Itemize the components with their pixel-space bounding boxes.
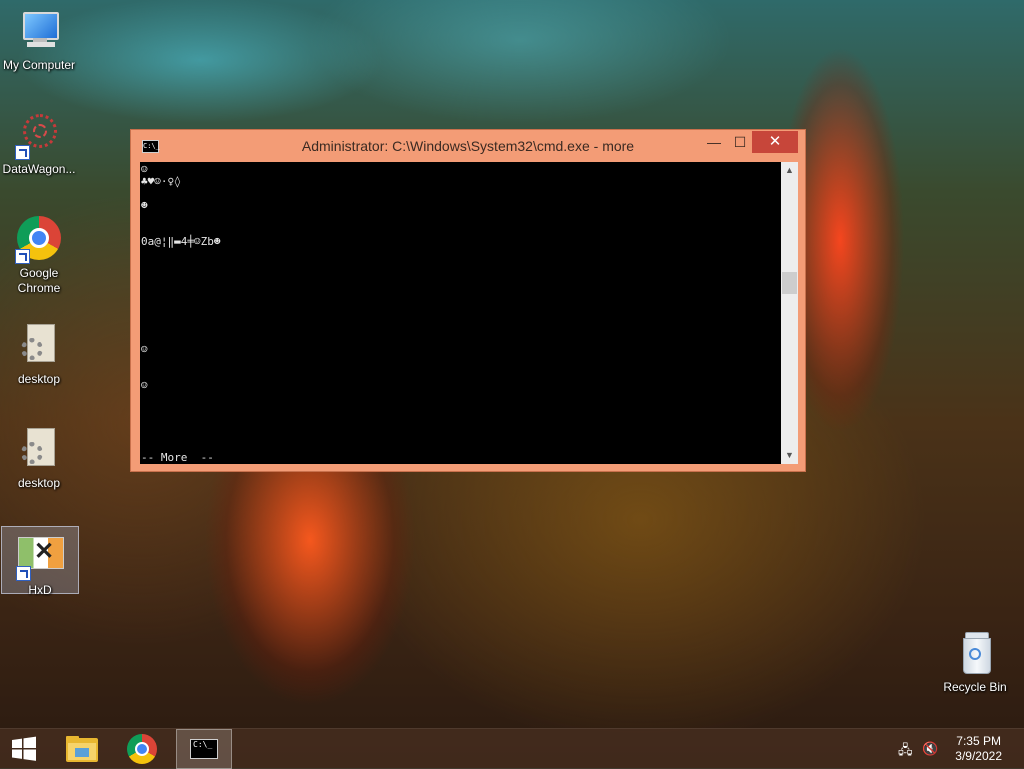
desktop-icon-google-chrome[interactable]: Google Chrome xyxy=(0,216,78,296)
network-icon[interactable]: 🖧 xyxy=(898,741,913,763)
taskbar-chrome-button[interactable] xyxy=(114,729,170,769)
desktop-icon-label: desktop xyxy=(17,476,61,490)
desktop-icon-desktop-file-2[interactable]: desktop xyxy=(0,426,78,491)
start-button[interactable] xyxy=(0,729,56,769)
desktop-icon-recycle-bin[interactable]: Recycle Bin xyxy=(936,630,1014,695)
windows-logo-icon xyxy=(12,736,36,761)
desktop-icon-desktop-file-1[interactable]: desktop xyxy=(0,322,78,387)
desktop-icon-label: Google Chrome xyxy=(17,266,61,295)
folder-icon xyxy=(66,736,98,762)
desktop-icon-datawagon[interactable]: DataWagon... xyxy=(0,112,78,177)
clock-time: 7:35 PM xyxy=(956,734,1001,748)
console-line: ☺ xyxy=(141,343,148,356)
desktop-icon-label: desktop xyxy=(17,372,61,386)
minimize-icon: — xyxy=(707,134,721,150)
taskbar: C:\_ 🖧 🔇 7:35 PM 3/9/2022 xyxy=(0,728,1024,769)
cmd-icon: C:\_ xyxy=(190,739,218,759)
taskbar-file-explorer-button[interactable] xyxy=(54,729,110,769)
desktop-icon-hxd[interactable]: ✕ HxD xyxy=(1,526,79,597)
chrome-icon xyxy=(127,734,157,764)
clock[interactable]: 7:35 PM 3/9/2022 xyxy=(955,734,1002,764)
window-titlebar[interactable]: C:\_ Administrator: C:\Windows\System32\… xyxy=(131,130,805,162)
desktop-icon-label: DataWagon... xyxy=(2,162,76,176)
desktop-icon-label: My Computer xyxy=(2,58,76,72)
close-icon: ✕ xyxy=(768,133,782,150)
recycle-bin-icon xyxy=(951,630,999,678)
clock-date: 3/9/2022 xyxy=(955,749,1002,763)
more-prompt: -- More -- xyxy=(141,451,214,464)
settings-file-icon xyxy=(15,322,63,370)
cmd-window[interactable]: C:\_ Administrator: C:\Windows\System32\… xyxy=(130,129,806,472)
desktop-icon-label: HxD xyxy=(28,583,52,597)
console-line: 0a@¦‖▬4╪☺Zb☻ xyxy=(141,235,221,248)
scroll-thumb[interactable] xyxy=(782,272,797,294)
desktop-icon-my-computer[interactable]: My Computer xyxy=(0,8,78,73)
shortcut-arrow-icon xyxy=(16,566,31,581)
maximize-icon: ☐ xyxy=(733,134,747,150)
scroll-down-icon[interactable]: ▼ xyxy=(781,447,798,464)
close-button[interactable]: ✕ xyxy=(752,131,798,153)
console-line: ☺ xyxy=(141,379,148,392)
desktop-icon-label: Recycle Bin xyxy=(943,680,1007,694)
shortcut-arrow-icon xyxy=(15,249,30,264)
console-line: ♣♥☺·♀◊ xyxy=(141,175,181,188)
taskbar-cmd-button[interactable]: C:\_ xyxy=(176,729,232,769)
datawagon-icon xyxy=(15,112,63,160)
maximize-button[interactable]: ☐ xyxy=(725,131,755,153)
shortcut-arrow-icon xyxy=(15,145,30,160)
vertical-scrollbar[interactable]: ▲ ▼ xyxy=(781,162,798,464)
scroll-up-icon[interactable]: ▲ xyxy=(781,162,798,179)
console-output[interactable]: ☺ ♣♥☺·♀◊ ☻ 0a@¦‖▬4╪☺Zb☻ ☺ ☺ -- More -- xyxy=(140,162,781,464)
computer-icon xyxy=(15,8,63,56)
volume-muted-icon[interactable]: 🔇 xyxy=(922,741,938,757)
hxd-icon: ✕ xyxy=(16,533,64,581)
settings-file-icon xyxy=(15,426,63,474)
console-line: ☻ xyxy=(141,199,148,212)
chrome-icon xyxy=(15,216,63,264)
